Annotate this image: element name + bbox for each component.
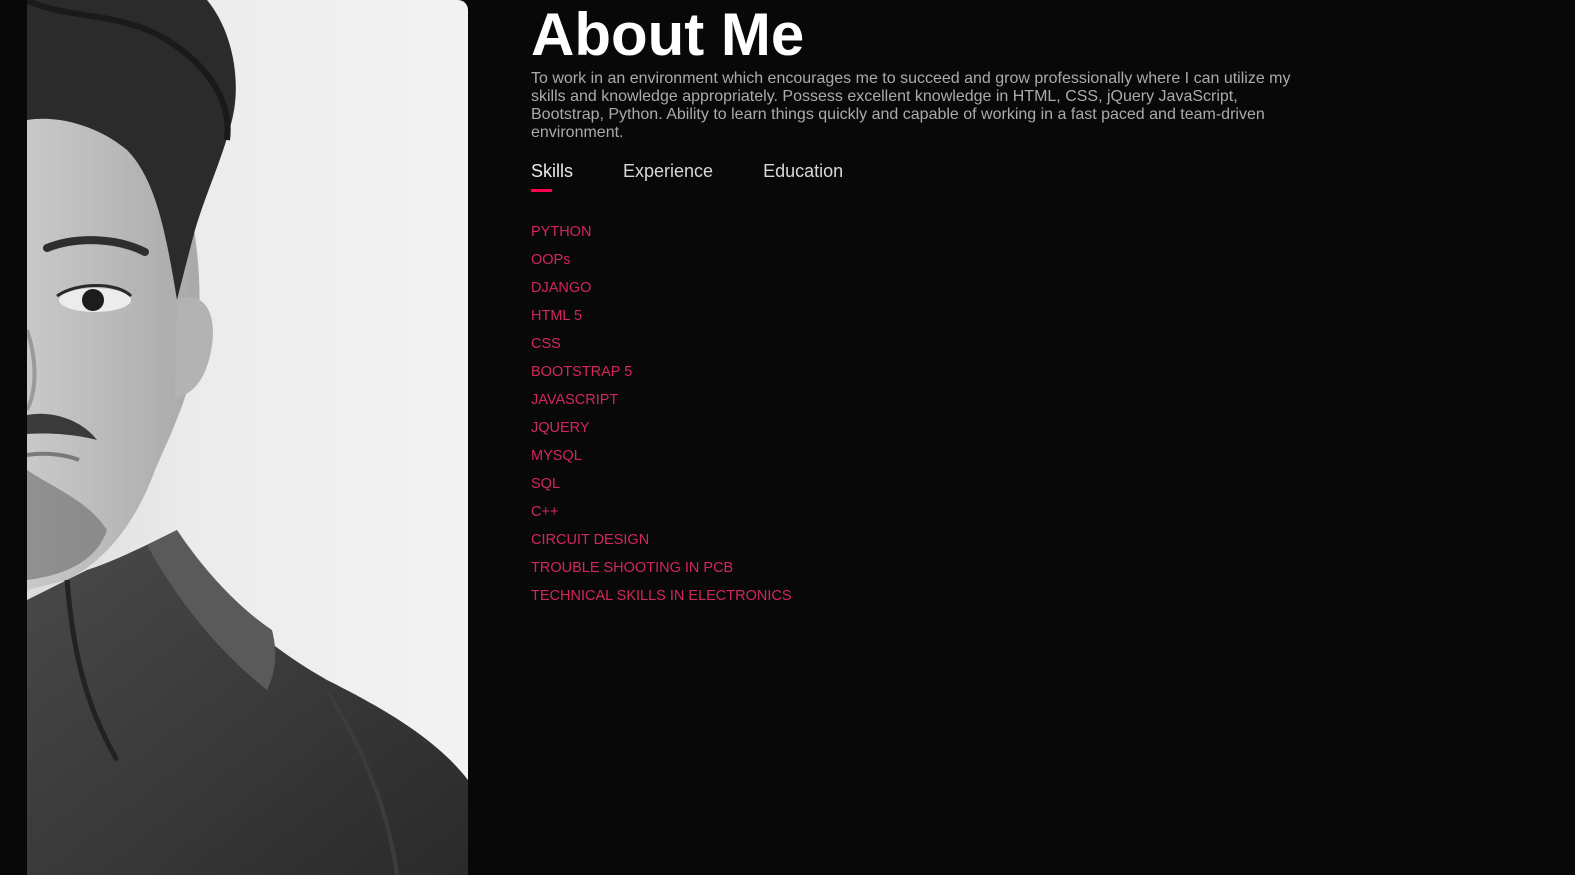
list-item: DJANGO: [531, 280, 592, 296]
list-item: MYSQL: [531, 448, 582, 464]
list-item: CSS: [531, 336, 561, 352]
profile-photo: [27, 0, 468, 875]
list-item: C++: [531, 504, 559, 520]
list-item: BOOTSTRAP 5: [531, 364, 633, 380]
page-title: About Me: [531, 1, 805, 68]
list-item: TECHNICAL SKILLS IN ELECTRONICS: [531, 588, 792, 604]
list-item: TROUBLE SHOOTING IN PCB: [531, 560, 734, 576]
skills-list: PYTHON OOPs DJANGO HTML 5 CSS BOOTSTRAP …: [531, 224, 1311, 604]
list-item: OOPs: [531, 252, 571, 268]
list-item: SQL: [531, 476, 561, 492]
portrait-illustration: [27, 0, 468, 875]
list-item: HTML 5: [531, 308, 583, 324]
list-item: CIRCUIT DESIGN: [531, 532, 650, 548]
about-section: About Me To work in an environment which…: [0, 0, 1575, 875]
tab-experience[interactable]: Experience: [623, 161, 713, 192]
tab-skills[interactable]: Skills: [531, 161, 573, 192]
list-item: JQUERY: [531, 420, 590, 436]
list-item: PYTHON: [531, 224, 592, 240]
list-item: JAVASCRIPT: [531, 392, 619, 408]
intro-paragraph: To work in an environment which encourag…: [531, 70, 1291, 141]
tab-bar: Skills Experience Education: [531, 161, 1311, 192]
about-content: About Me To work in an environment which…: [531, 0, 1311, 616]
tab-education[interactable]: Education: [763, 161, 843, 192]
